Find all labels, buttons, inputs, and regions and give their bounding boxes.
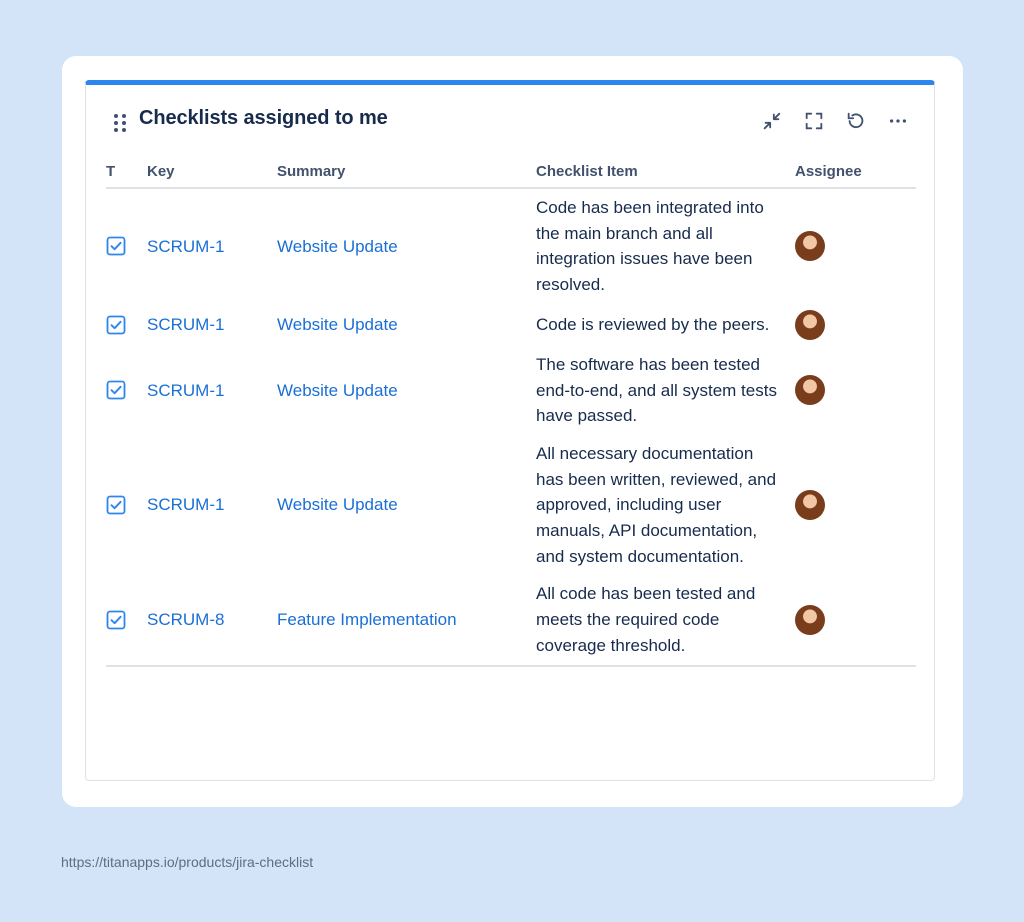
column-header-assignee[interactable]: Assignee [795,157,916,189]
checklist-table: T Key Summary Checklist Item Assignee SC… [106,157,916,667]
assignee-avatar[interactable] [795,375,825,406]
table-row: SCRUM-1 Website Update Code has been int… [106,188,916,304]
checklist-item-text: All code has been tested and meets the r… [536,575,795,667]
column-header-checklist-item[interactable]: Checklist Item [536,157,795,189]
refresh-icon[interactable] [842,107,870,135]
assignee-avatar[interactable] [795,309,825,340]
table-row: SCRUM-1 Website Update The software has … [106,346,916,435]
checklist-gadget: Checklists assigned to me T Key Summary … [85,80,935,781]
issue-key-link[interactable]: SCRUM-8 [147,610,224,629]
table-row: SCRUM-1 Website Update All necessary doc… [106,435,916,576]
issue-summary-link[interactable]: Website Update [277,381,398,400]
gadget-title: Checklists assigned to me [139,107,388,129]
issue-key-link[interactable]: SCRUM-1 [147,237,224,256]
issue-summary-link[interactable]: Website Update [277,495,398,514]
task-checkbox-icon[interactable] [106,236,126,256]
gadget-header: Checklists assigned to me [86,85,934,157]
issue-summary-link[interactable]: Website Update [277,315,398,334]
task-checkbox-icon[interactable] [106,610,126,630]
issue-key-link[interactable]: SCRUM-1 [147,495,224,514]
collapse-icon[interactable] [758,107,786,135]
assignee-avatar[interactable] [795,490,825,521]
more-icon[interactable] [884,107,912,135]
type-cell [106,575,147,667]
issue-key-link[interactable]: SCRUM-1 [147,381,224,400]
header-actions [758,107,912,135]
type-cell [106,346,147,435]
issue-summary-link[interactable]: Website Update [277,237,398,256]
footer-url[interactable]: https://titanapps.io/products/jira-check… [61,854,313,870]
checklist-item-text: Code is reviewed by the peers. [536,314,770,334]
outer-card: Checklists assigned to me T Key Summary … [62,56,963,807]
column-header-summary[interactable]: Summary [277,157,536,189]
column-header-key[interactable]: Key [147,157,277,189]
task-checkbox-icon[interactable] [106,380,126,400]
checklist-item-text: All necessary documentation has been wri… [536,443,777,566]
type-cell [106,188,147,304]
table-row: SCRUM-1 Website Update Code is reviewed … [106,304,916,346]
assignee-avatar[interactable] [795,604,825,635]
type-cell [106,435,147,576]
type-cell [106,304,147,346]
task-checkbox-icon[interactable] [106,495,126,515]
table-header-row: T Key Summary Checklist Item Assignee [106,157,916,189]
checklist-item-text: Code has been integrated into the main b… [536,198,764,295]
issue-summary-link[interactable]: Feature Implementation [277,610,457,629]
assignee-avatar[interactable] [795,231,825,262]
task-checkbox-icon[interactable] [106,315,126,335]
checklist-item-text: The software has been tested end-to-end,… [536,354,777,426]
table-row: SCRUM-8 Feature Implementation All code … [106,575,916,667]
fullscreen-icon[interactable] [800,107,828,135]
drag-handle-icon[interactable] [114,114,130,134]
issue-key-link[interactable]: SCRUM-1 [147,315,224,334]
column-header-type[interactable]: T [106,157,147,189]
